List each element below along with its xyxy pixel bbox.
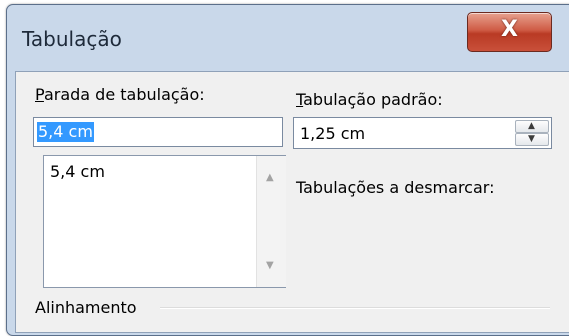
- spin-down-icon: ▼: [528, 134, 535, 144]
- spin-up-icon: ▲: [528, 121, 535, 131]
- tab-stop-input[interactable]: 5,4 cm: [33, 117, 283, 147]
- tab-stop-list[interactable]: 5,4 cm ▲ ▼: [43, 155, 286, 288]
- list-item[interactable]: 5,4 cm: [50, 162, 105, 181]
- default-tab-label: Tabulação padrão:: [296, 90, 443, 109]
- alignment-group-divider: [160, 307, 550, 309]
- alignment-group-label: Alinhamento: [35, 298, 137, 317]
- tab-stop-input-value: 5,4 cm: [37, 122, 94, 142]
- tab-stop-label: Parada de tabulação:: [35, 85, 205, 104]
- tab-stop-list-scrollbar[interactable]: ▲ ▼: [256, 156, 286, 287]
- default-tab-input[interactable]: 1,25 cm ▲ ▼: [293, 117, 552, 149]
- close-button[interactable]: X: [467, 12, 552, 52]
- scroll-down-icon[interactable]: ▼: [266, 260, 274, 271]
- spin-up-button[interactable]: ▲: [515, 120, 549, 133]
- spin-down-button[interactable]: ▼: [515, 133, 549, 146]
- close-icon: X: [501, 17, 518, 42]
- tabs-to-clear-label: Tabulações a desmarcar:: [296, 178, 495, 197]
- dialog-title: Tabulação: [22, 27, 122, 51]
- default-tab-value: 1,25 cm: [300, 124, 366, 143]
- scroll-up-icon[interactable]: ▲: [266, 172, 274, 183]
